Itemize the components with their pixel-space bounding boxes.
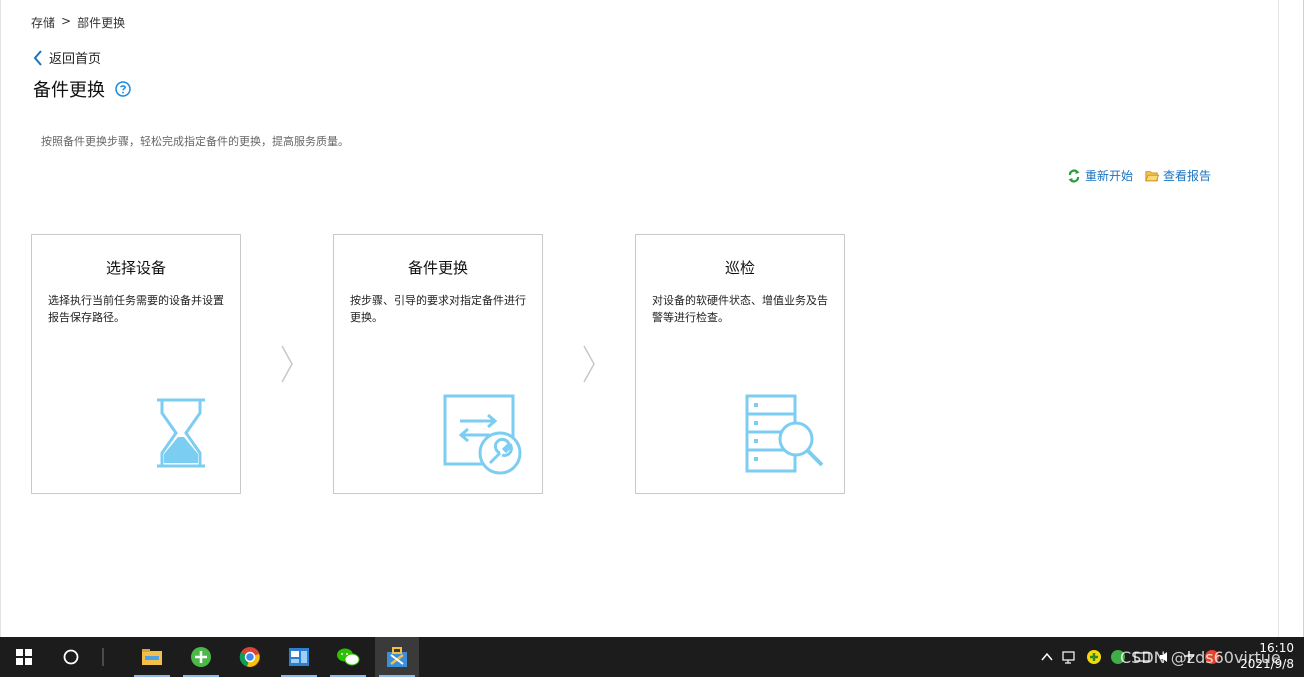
dashboard-app-icon <box>289 648 309 666</box>
step-description: 对设备的软硬件状态、增值业务及告警等进行检查。 <box>652 294 828 324</box>
toolbox-icon <box>387 647 407 667</box>
view-report-button[interactable]: 查看报告 <box>1145 167 1211 184</box>
replace-wrench-icon <box>443 394 522 475</box>
file-explorer-icon <box>142 649 162 665</box>
view-report-label: 查看报告 <box>1163 169 1212 183</box>
page-title-row: 备件更换 <box>33 76 131 102</box>
step-card-inspection[interactable]: 巡检 对设备的软硬件状态、增值业务及告警等进行检查。 <box>635 234 845 494</box>
watermark-text: CSDN @zds60virtue <box>1120 648 1281 667</box>
page-description: 按照备件更换步骤，轻松完成指定备件的更换，提高服务质量。 <box>41 135 349 148</box>
search-button[interactable] <box>48 637 94 677</box>
network-icon[interactable] <box>1062 650 1078 664</box>
taskbar-app-green[interactable] <box>179 637 223 677</box>
step-arrow-icon <box>281 345 293 383</box>
step-card-select-device[interactable]: 选择设备 选择执行当前任务需要的设备并设置报告保存路径。 <box>31 234 241 494</box>
chrome-icon <box>239 647 260 667</box>
help-icon[interactable] <box>115 81 131 97</box>
browser-green-icon <box>191 647 211 667</box>
tray-app-yellow-icon[interactable] <box>1086 649 1102 665</box>
step-description: 选择执行当前任务需要的设备并设置报告保存路径。 <box>48 294 224 324</box>
taskbar: 16:10 2021/9/8 <box>0 637 1304 677</box>
restart-button[interactable]: 重新开始 <box>1067 167 1133 184</box>
breadcrumb: 存储 > 部件更换 <box>31 14 125 31</box>
wechat-icon <box>337 648 360 666</box>
step-title: 巡检 <box>724 259 755 277</box>
scroll-divider <box>1278 0 1279 637</box>
step-card-replace-part[interactable]: 备件更换 按步骤、引导的要求对指定备件进行更换。 <box>333 234 543 494</box>
cortana-circle-icon <box>63 649 79 665</box>
back-home-label: 返回首页 <box>49 52 102 67</box>
start-button[interactable] <box>0 637 48 677</box>
taskbar-chrome[interactable] <box>228 637 272 677</box>
back-home-link[interactable]: 返回首页 <box>33 48 101 67</box>
server-search-icon <box>745 394 824 473</box>
windows-logo-icon <box>16 649 32 665</box>
restart-label: 重新开始 <box>1085 169 1134 183</box>
folder-icon <box>1145 170 1160 181</box>
hourglass-icon <box>157 398 205 468</box>
action-bar: 重新开始 查看报告 <box>1067 167 1211 184</box>
divider-icon <box>102 648 104 666</box>
breadcrumb-root[interactable]: 存储 <box>31 14 55 31</box>
taskbar-app-blue[interactable] <box>277 637 321 677</box>
breadcrumb-current: 部件更换 <box>77 16 126 30</box>
task-view-divider <box>96 637 110 677</box>
taskbar-active-tool[interactable] <box>375 637 419 677</box>
step-title: 选择设备 <box>105 259 166 277</box>
breadcrumb-separator: > <box>61 14 72 28</box>
chevron-left-icon <box>33 49 42 66</box>
app-window: 存储 > 部件更换 返回首页 备件更换 按照备件更换步骤，轻松完成指定备件的更换… <box>0 0 1304 637</box>
taskbar-file-explorer[interactable] <box>130 637 174 677</box>
restart-icon <box>1068 169 1080 182</box>
step-arrow-icon <box>583 345 595 383</box>
step-title: 备件更换 <box>407 259 468 277</box>
chevron-up-icon[interactable] <box>1040 650 1054 664</box>
taskbar-wechat[interactable] <box>326 637 370 677</box>
page-title: 备件更换 <box>33 80 105 101</box>
step-description: 按步骤、引导的要求对指定备件进行更换。 <box>350 294 526 324</box>
